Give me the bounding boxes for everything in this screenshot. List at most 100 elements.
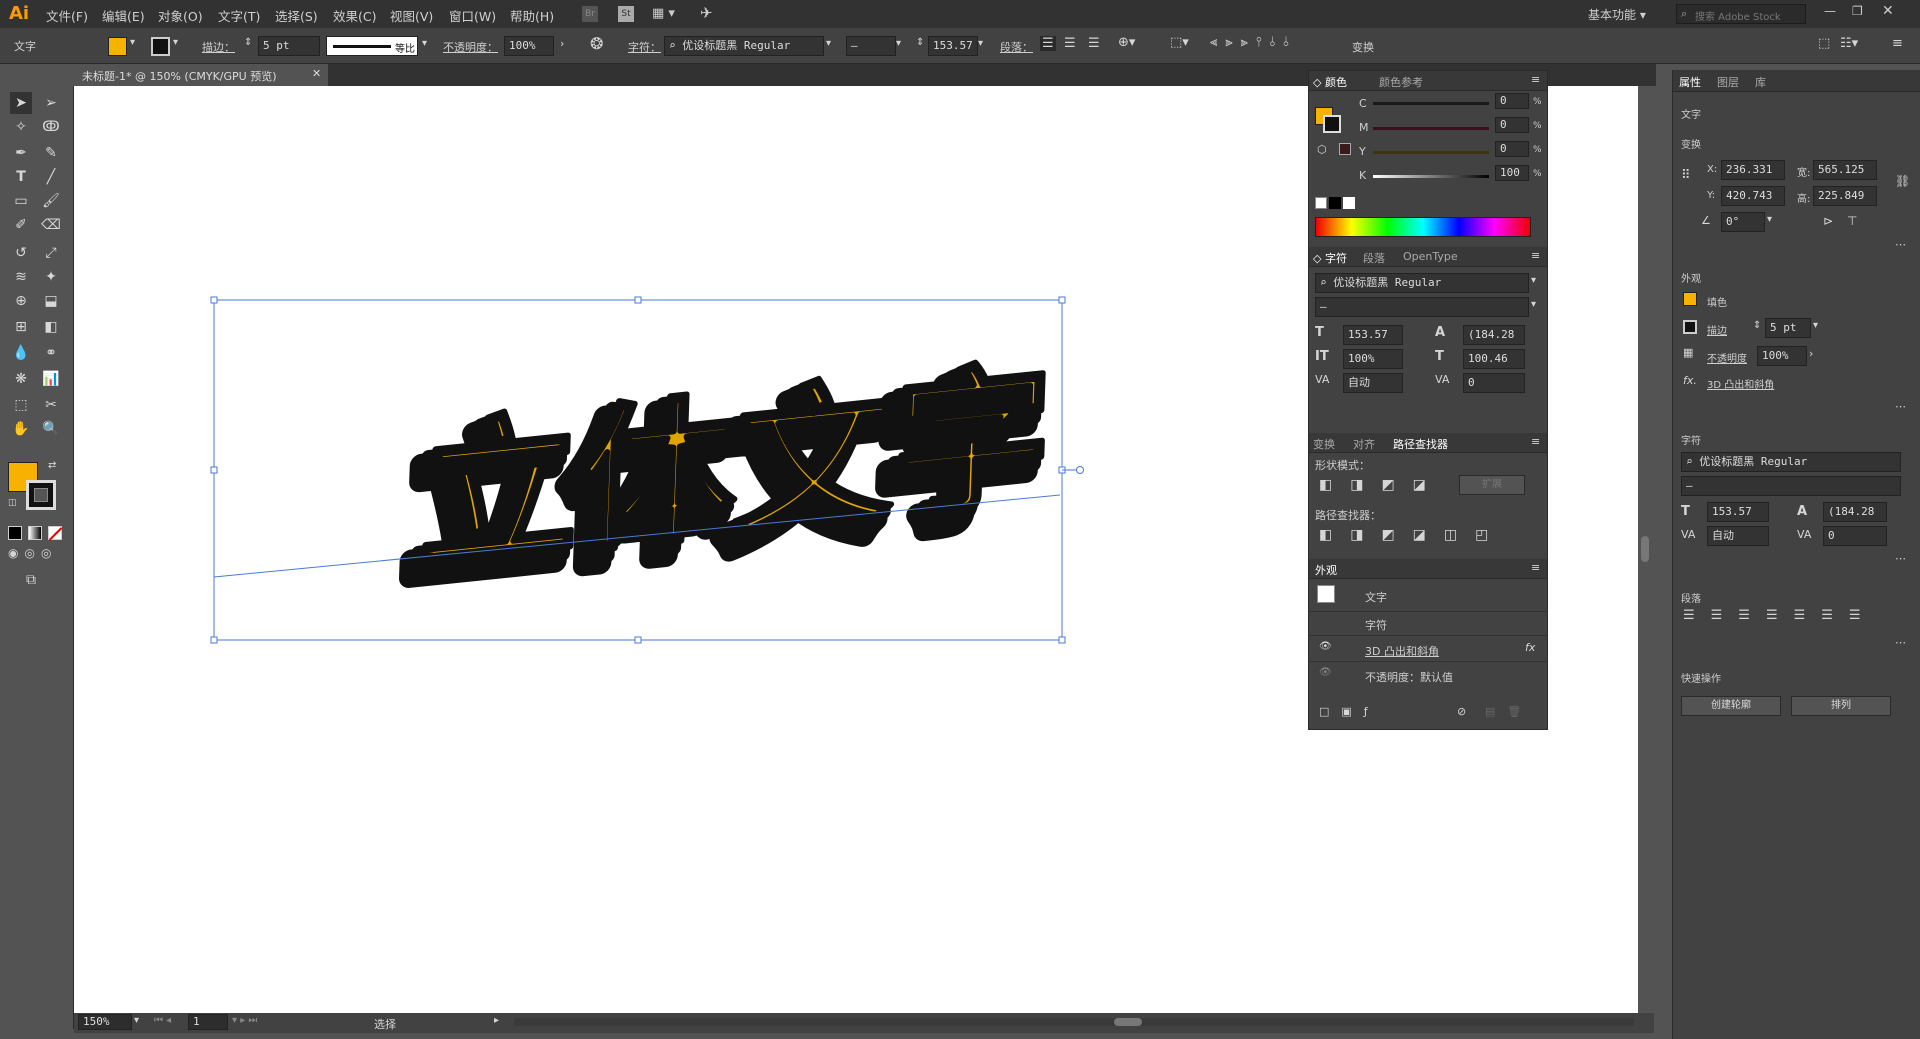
- align-center-icon[interactable]: ☰: [1064, 36, 1076, 51]
- none-swatch[interactable]: [1315, 197, 1327, 209]
- tab-char[interactable]: ◇ 字符: [1313, 250, 1347, 266]
- props-stroke-dropdown-icon[interactable]: ▾: [1813, 320, 1818, 331]
- gradient-tool-icon[interactable]: ◧: [40, 316, 62, 338]
- arrange-documents-icon[interactable]: ▦ ▾: [652, 6, 675, 21]
- stroke-label[interactable]: 描边：: [202, 39, 235, 55]
- isolate-icon[interactable]: ⬚: [1818, 36, 1830, 51]
- rectangle-tool-icon[interactable]: ▭: [10, 190, 32, 212]
- color-stroke-swatch[interactable]: [1323, 115, 1341, 133]
- minimize-icon[interactable]: —: [1824, 4, 1836, 18]
- stroke-weight-input[interactable]: 5 pt: [258, 36, 320, 56]
- tab-align[interactable]: 对齐: [1353, 436, 1375, 452]
- magic-wand-icon[interactable]: ✧: [10, 116, 32, 138]
- tab-libraries[interactable]: 库: [1755, 74, 1766, 90]
- font-family-select[interactable]: ⌕ 优设标题黑 Regular: [664, 36, 824, 56]
- props-opacity-input[interactable]: 100%: [1757, 346, 1807, 366]
- props-opacity-label[interactable]: 不透明度: [1707, 350, 1747, 365]
- menu-type[interactable]: 文字(T): [218, 6, 260, 25]
- direct-selection-tool-icon[interactable]: ➢: [40, 92, 62, 114]
- menu-effect[interactable]: 效果(C): [333, 6, 376, 25]
- char-font-select[interactable]: ⌕ 优设标题黑 Regular: [1315, 273, 1529, 293]
- char-size-input[interactable]: 153.57: [1343, 325, 1403, 345]
- shaper-tool-icon[interactable]: ✐: [10, 214, 32, 236]
- visibility-eye-icon-2[interactable]: 👁: [1319, 667, 1332, 678]
- char-leading-input[interactable]: (184.28: [1463, 325, 1525, 345]
- menu-window[interactable]: 窗口(W): [449, 6, 496, 25]
- arrange-button[interactable]: 排列: [1791, 696, 1891, 716]
- vertical-scrollbar[interactable]: [1638, 86, 1652, 1014]
- stroke-dropdown-icon[interactable]: ▾: [173, 37, 178, 48]
- default-colors-icon[interactable]: ◫: [8, 498, 17, 508]
- size-dropdown-icon[interactable]: ▾: [978, 38, 983, 49]
- transform-more-icon[interactable]: ⋯: [1895, 238, 1906, 251]
- props-stroke-stepper-icon[interactable]: ⇕: [1753, 320, 1761, 331]
- first-artboard-icon[interactable]: ⏮ ◂: [154, 1015, 171, 1026]
- char-vscale-input[interactable]: 100%: [1343, 349, 1403, 369]
- clear-appearance-icon[interactable]: ⊘: [1457, 705, 1466, 718]
- pen-tool-icon[interactable]: ✒: [10, 142, 32, 164]
- gamut-swatch[interactable]: [1339, 143, 1351, 155]
- create-outlines-button[interactable]: 创建轮廓: [1681, 696, 1781, 716]
- pathfinder-menu-icon[interactable]: ≡: [1531, 435, 1540, 448]
- props-leading-input[interactable]: (184.28: [1823, 502, 1887, 522]
- channel-c-slider[interactable]: [1373, 102, 1489, 105]
- channel-y-slider[interactable]: [1373, 151, 1489, 154]
- paintbrush-icon[interactable]: 🖌: [40, 190, 62, 212]
- draw-mode-icon[interactable]: ◉◎◎: [8, 546, 57, 560]
- artboard-number-input[interactable]: 1: [188, 1014, 228, 1030]
- bridge-button[interactable]: Br: [582, 6, 598, 22]
- props-opacity-arrow-icon[interactable]: ›: [1809, 347, 1813, 360]
- size-stepper-icon[interactable]: ⇕: [916, 37, 924, 48]
- color-spectrum[interactable]: [1315, 217, 1531, 237]
- cube-icon[interactable]: ⬡: [1317, 143, 1327, 156]
- type-tool-icon[interactable]: T: [10, 166, 32, 188]
- constrain-link-icon[interactable]: ⛓: [1895, 174, 1910, 188]
- tab-color-guide[interactable]: 颜色参考: [1379, 74, 1423, 90]
- props-stroke-swatch[interactable]: [1683, 320, 1697, 334]
- scale-tool-icon[interactable]: ⤢: [40, 242, 62, 264]
- eyedropper-icon[interactable]: 💧: [10, 342, 32, 364]
- channel-k-slider[interactable]: [1373, 175, 1489, 178]
- transform-label[interactable]: 变换: [1352, 39, 1374, 55]
- char-tracking-input[interactable]: 0: [1463, 373, 1525, 393]
- warp-tool-icon[interactable]: ≋: [10, 266, 32, 288]
- profile-dropdown-icon[interactable]: ▾: [422, 38, 427, 49]
- channel-c-input[interactable]: 0: [1495, 93, 1529, 109]
- none-mode-icon[interactable]: [48, 526, 63, 541]
- char-hscale-input[interactable]: 100.46: [1463, 349, 1525, 369]
- stroke-profile-select[interactable]: 等比: [326, 36, 418, 56]
- props-tracking-input[interactable]: 0: [1823, 526, 1887, 546]
- menu-view[interactable]: 视图(V): [390, 6, 433, 25]
- h-input[interactable]: 225.849: [1813, 186, 1877, 206]
- horizontal-scrollbar[interactable]: [514, 1018, 1634, 1026]
- align-left-icon[interactable]: ☰: [1040, 36, 1056, 51]
- char-font-dropdown-icon[interactable]: ▾: [1531, 275, 1536, 286]
- column-graph-icon[interactable]: 📊: [40, 368, 62, 390]
- tab-transform[interactable]: 变换: [1313, 436, 1335, 452]
- opacity-input[interactable]: 100%: [504, 36, 554, 56]
- props-fx-icon[interactable]: fx.: [1683, 374, 1697, 387]
- char-kerning-input[interactable]: 自动: [1343, 373, 1403, 393]
- artboard-tool-icon[interactable]: ⬚: [10, 394, 32, 416]
- shape-builder-icon[interactable]: ⊕: [10, 290, 32, 312]
- props-size-input[interactable]: 153.57: [1707, 502, 1769, 522]
- globe-icon[interactable]: ⊕▾: [1118, 35, 1135, 50]
- selection-tool-icon[interactable]: ➤: [10, 92, 32, 114]
- rotate-tool-icon[interactable]: ↺: [10, 242, 32, 264]
- align-buttons-icon[interactable]: ⫷⫸⫸⫯⫰⫰: [1210, 35, 1297, 50]
- tab-color[interactable]: ◇ 颜色: [1313, 74, 1347, 90]
- color-panel-menu-icon[interactable]: ≡: [1531, 73, 1540, 86]
- next-artboard-icon[interactable]: ▾ ▸ ⏭: [232, 1015, 257, 1026]
- stock-button[interactable]: St: [618, 6, 634, 22]
- appearance-more-icon[interactable]: ⋯: [1895, 400, 1906, 413]
- props-font-select[interactable]: ⌕ 优设标题黑 Regular: [1681, 452, 1901, 472]
- opacity-label[interactable]: 不透明度：: [443, 39, 498, 55]
- close-icon[interactable]: ✕: [1882, 3, 1894, 19]
- menu-edit[interactable]: 编辑(E): [102, 6, 145, 25]
- x-input[interactable]: 236.331: [1721, 160, 1785, 180]
- char-style-select[interactable]: –: [1315, 297, 1529, 317]
- panel-menu-icon[interactable]: ≡: [1892, 36, 1903, 51]
- lasso-icon[interactable]: ↂ: [40, 116, 62, 138]
- recolor-icon[interactable]: ❂: [590, 34, 603, 53]
- appearance-row-char[interactable]: 字符: [1365, 617, 1387, 633]
